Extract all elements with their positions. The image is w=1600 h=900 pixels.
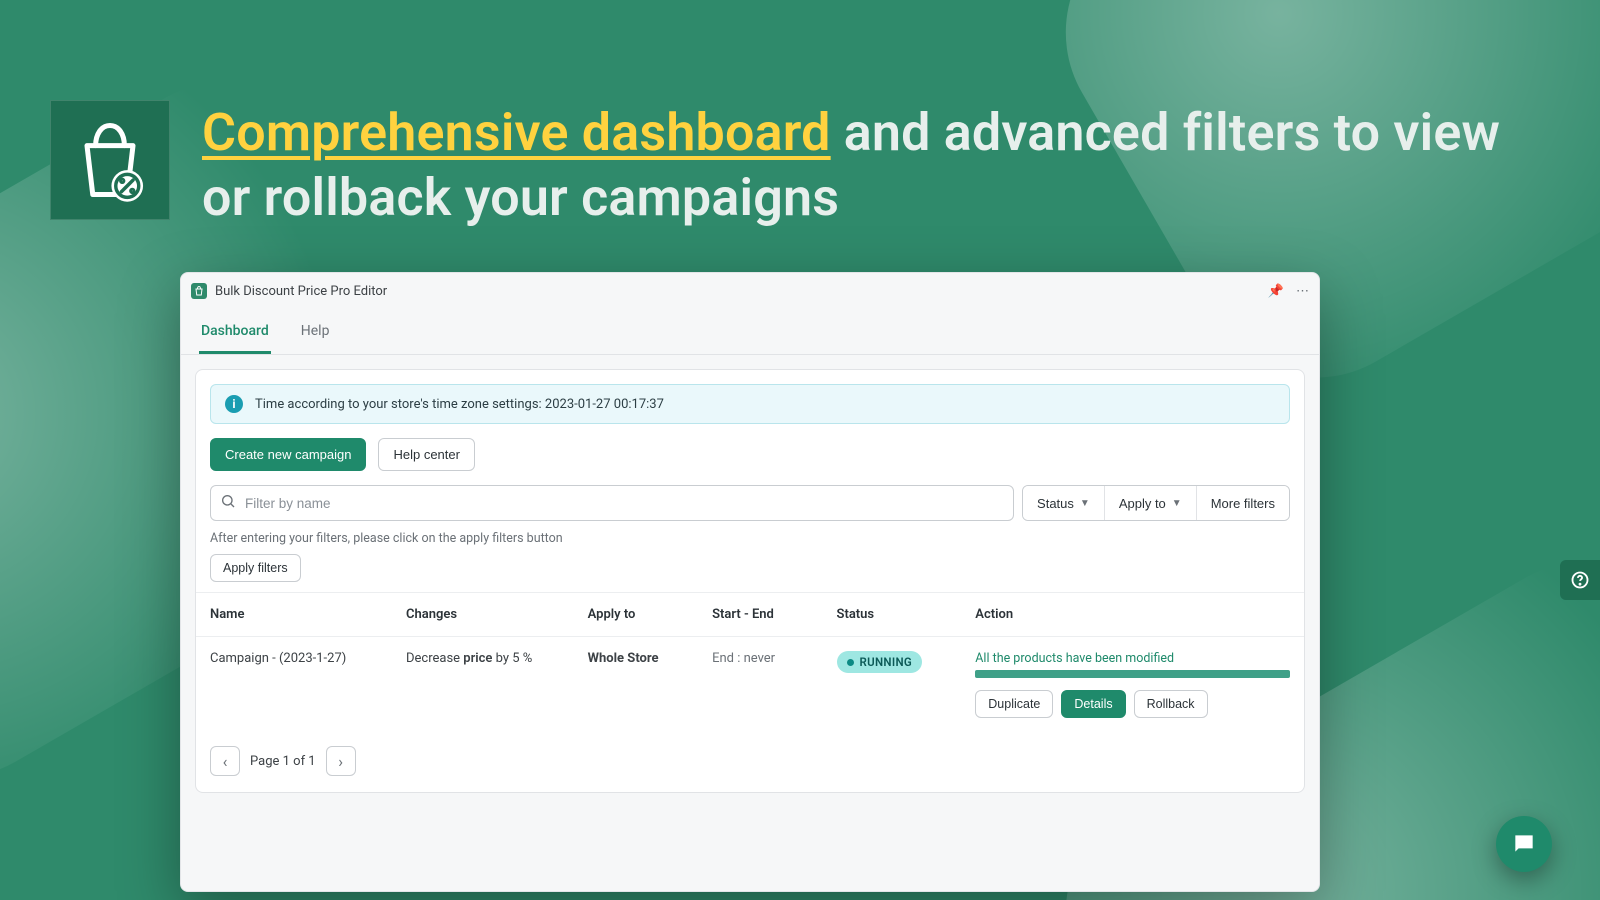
filter-name-input[interactable] <box>210 485 1014 521</box>
window-titlebar: Bulk Discount Price Pro Editor 📌 ⋯ <box>181 273 1319 309</box>
filter-segmented: Status▼ Apply to▼ More filters <box>1022 485 1290 521</box>
tabs: Dashboard Help <box>181 309 1319 355</box>
window-title: Bulk Discount Price Pro Editor <box>215 284 387 299</box>
chat-launcher[interactable] <box>1496 816 1552 872</box>
create-campaign-button[interactable]: Create new campaign <box>210 438 366 471</box>
timezone-banner: i Time according to your store's time zo… <box>210 384 1290 424</box>
applyto-filter[interactable]: Apply to▼ <box>1104 486 1196 520</box>
page-indicator: Page 1 of 1 <box>250 754 316 769</box>
details-button[interactable]: Details <box>1061 690 1125 718</box>
chevron-down-icon: ▼ <box>1172 498 1182 509</box>
cell-action: All the products have been modified Dupl… <box>975 651 1290 718</box>
primary-actions: Create new campaign Help center <box>196 438 1304 485</box>
filters-hint: After entering your filters, please clic… <box>210 531 1290 546</box>
table-row: Campaign - (2023-1-27) Decrease price by… <box>196 636 1304 732</box>
pin-icon[interactable]: 📌 <box>1268 284 1284 299</box>
chevron-down-icon: ▼ <box>1080 498 1090 509</box>
status-badge: RUNNING <box>837 651 923 673</box>
main-panel: i Time according to your store's time zo… <box>195 369 1305 793</box>
next-page-button[interactable]: › <box>326 746 356 776</box>
duplicate-button[interactable]: Duplicate <box>975 690 1053 718</box>
table-header: Name Changes Apply to Start - End Status… <box>196 592 1304 636</box>
col-action: Action <box>975 607 1290 622</box>
apply-filters-button[interactable]: Apply filters <box>210 554 301 582</box>
search-icon <box>220 493 236 513</box>
app-icon <box>191 283 207 299</box>
col-status: Status <box>837 607 966 622</box>
hero-row: Comprehensive dashboard and advanced fil… <box>50 100 1540 230</box>
rollback-button[interactable]: Rollback <box>1134 690 1208 718</box>
hero-headline: Comprehensive dashboard and advanced fil… <box>202 100 1540 230</box>
app-logo <box>50 100 170 220</box>
prev-page-button[interactable]: ‹ <box>210 746 240 776</box>
cell-name: Campaign - (2023-1-27) <box>210 651 396 666</box>
help-side-tab[interactable] <box>1560 560 1600 600</box>
status-dot-icon <box>847 659 854 666</box>
more-filters[interactable]: More filters <box>1196 486 1289 520</box>
more-icon[interactable]: ⋯ <box>1296 284 1309 299</box>
action-message: All the products have been modified <box>975 651 1290 666</box>
col-startend: Start - End <box>712 607 826 622</box>
progress-bar <box>975 670 1290 678</box>
filters-section: Status▼ Apply to▼ More filters After ent… <box>196 485 1304 582</box>
hero-highlight: Comprehensive dashboard <box>202 102 831 163</box>
page-background: Comprehensive dashboard and advanced fil… <box>0 0 1600 900</box>
pagination: ‹ Page 1 of 1 › <box>196 732 1304 776</box>
cell-status: RUNNING <box>837 651 966 673</box>
search-wrapper <box>210 485 1014 521</box>
info-icon: i <box>225 395 243 413</box>
col-applyto: Apply to <box>588 607 702 622</box>
cell-changes: Decrease price by 5 % <box>406 651 578 666</box>
status-filter[interactable]: Status▼ <box>1023 486 1104 520</box>
cell-applyto: Whole Store <box>588 651 702 666</box>
col-changes: Changes <box>406 607 578 622</box>
app-window: Bulk Discount Price Pro Editor 📌 ⋯ Dashb… <box>180 272 1320 892</box>
help-center-button[interactable]: Help center <box>378 438 474 471</box>
tab-dashboard[interactable]: Dashboard <box>199 309 271 354</box>
timezone-text: Time according to your store's time zone… <box>255 397 664 412</box>
tab-help[interactable]: Help <box>299 309 332 354</box>
cell-startend: End : never <box>712 651 826 666</box>
col-name: Name <box>210 607 396 622</box>
